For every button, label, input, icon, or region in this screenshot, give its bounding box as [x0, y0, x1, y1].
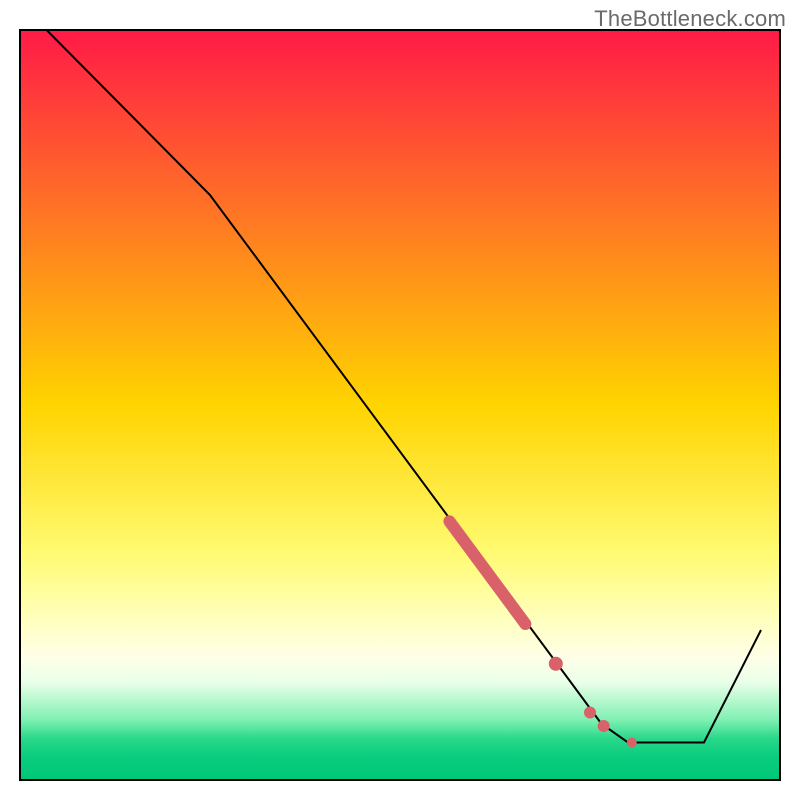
- marker-dot: [549, 657, 563, 671]
- marker-dot: [598, 720, 610, 732]
- marker-dot: [627, 738, 637, 748]
- marker-dot: [584, 707, 596, 719]
- chart-background: [20, 30, 780, 780]
- watermark: TheBottleneck.com: [594, 6, 786, 32]
- chart-svg: [0, 0, 800, 800]
- bottleneck-chart: TheBottleneck.com: [0, 0, 800, 800]
